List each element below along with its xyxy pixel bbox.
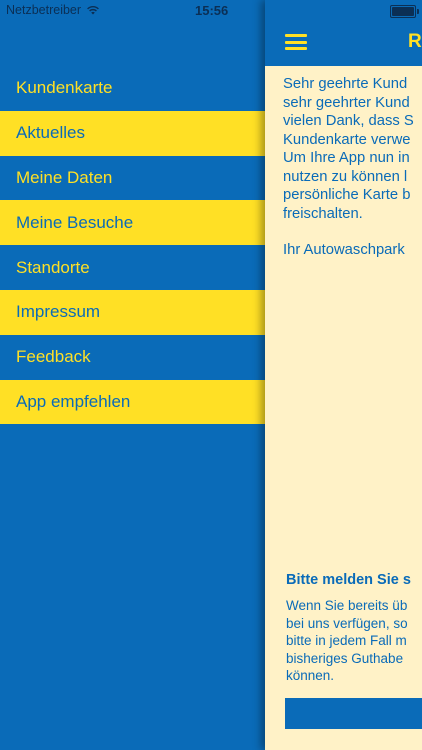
intro-line: Um Ihre App nun in (283, 150, 410, 166)
intro-text: Sehr geehrte Kund sehr geehrter Kund vie… (283, 75, 422, 278)
login-info: Wenn Sie bereits üb bei uns verfügen, so… (286, 597, 408, 685)
sidebar-item-meine-besuche[interactable]: Meine Besuche (0, 200, 265, 246)
intro-line: nutzen zu können l (283, 168, 408, 185)
login-info-line: Wenn Sie bereits üb (286, 598, 408, 613)
sidebar-item-impressum[interactable]: Impressum (0, 289, 265, 335)
intro-line: Kundenkarte verwe (283, 131, 411, 148)
login-info-line: bitte in jedem Fall m (286, 633, 407, 648)
sidebar-item-aktuelles[interactable]: Aktuelles (0, 110, 265, 156)
status-carrier-group: Netzbetreiber (6, 3, 100, 17)
sidebar-menu: Kundenkarte Aktuelles Meine Daten Meine … (0, 66, 265, 425)
login-action-button[interactable] (285, 698, 422, 729)
battery-icon (390, 5, 419, 18)
intro-line: freischalten. (283, 205, 363, 222)
page-title: R (408, 31, 422, 52)
login-heading: Bitte melden Sie s (286, 572, 411, 588)
status-time: 15:56 (195, 3, 229, 18)
sidebar-item-meine-daten[interactable]: Meine Daten (0, 155, 265, 201)
login-info-line: bei uns verfügen, so (286, 615, 408, 631)
intro-line: sehr geehrter Kund (283, 94, 410, 111)
sidebar-item-app-empfehlen[interactable]: App empfehlen (0, 379, 265, 425)
sidebar-item-standorte[interactable]: Standorte (0, 245, 265, 290)
intro-line: Sehr geehrte Kund (283, 76, 408, 92)
intro-line: persönliche Karte b (283, 187, 411, 203)
login-info-line: bisheriges Guthabe (286, 650, 404, 666)
sidebar-item-kundenkarte[interactable]: Kundenkarte (0, 66, 265, 111)
login-info-line: können. (286, 668, 335, 683)
intro-line: vielen Dank, dass S (283, 113, 414, 129)
carrier-label: Netzbetreiber (6, 3, 82, 17)
sidebar: Kundenkarte Aktuelles Meine Daten Meine … (0, 0, 265, 750)
wifi-icon (87, 5, 99, 15)
hamburger-menu-icon[interactable] (285, 34, 307, 50)
sidebar-item-feedback[interactable]: Feedback (0, 334, 265, 380)
intro-paragraph: Sehr geehrte Kund sehr geehrter Kund vie… (283, 75, 422, 223)
main-panel: R Sehr geehrte Kund sehr geehrter Kund v… (265, 0, 422, 750)
signature: Ihr Autowaschpark (283, 242, 405, 258)
status-bar: Netzbetreiber 15:56 (0, 0, 422, 22)
